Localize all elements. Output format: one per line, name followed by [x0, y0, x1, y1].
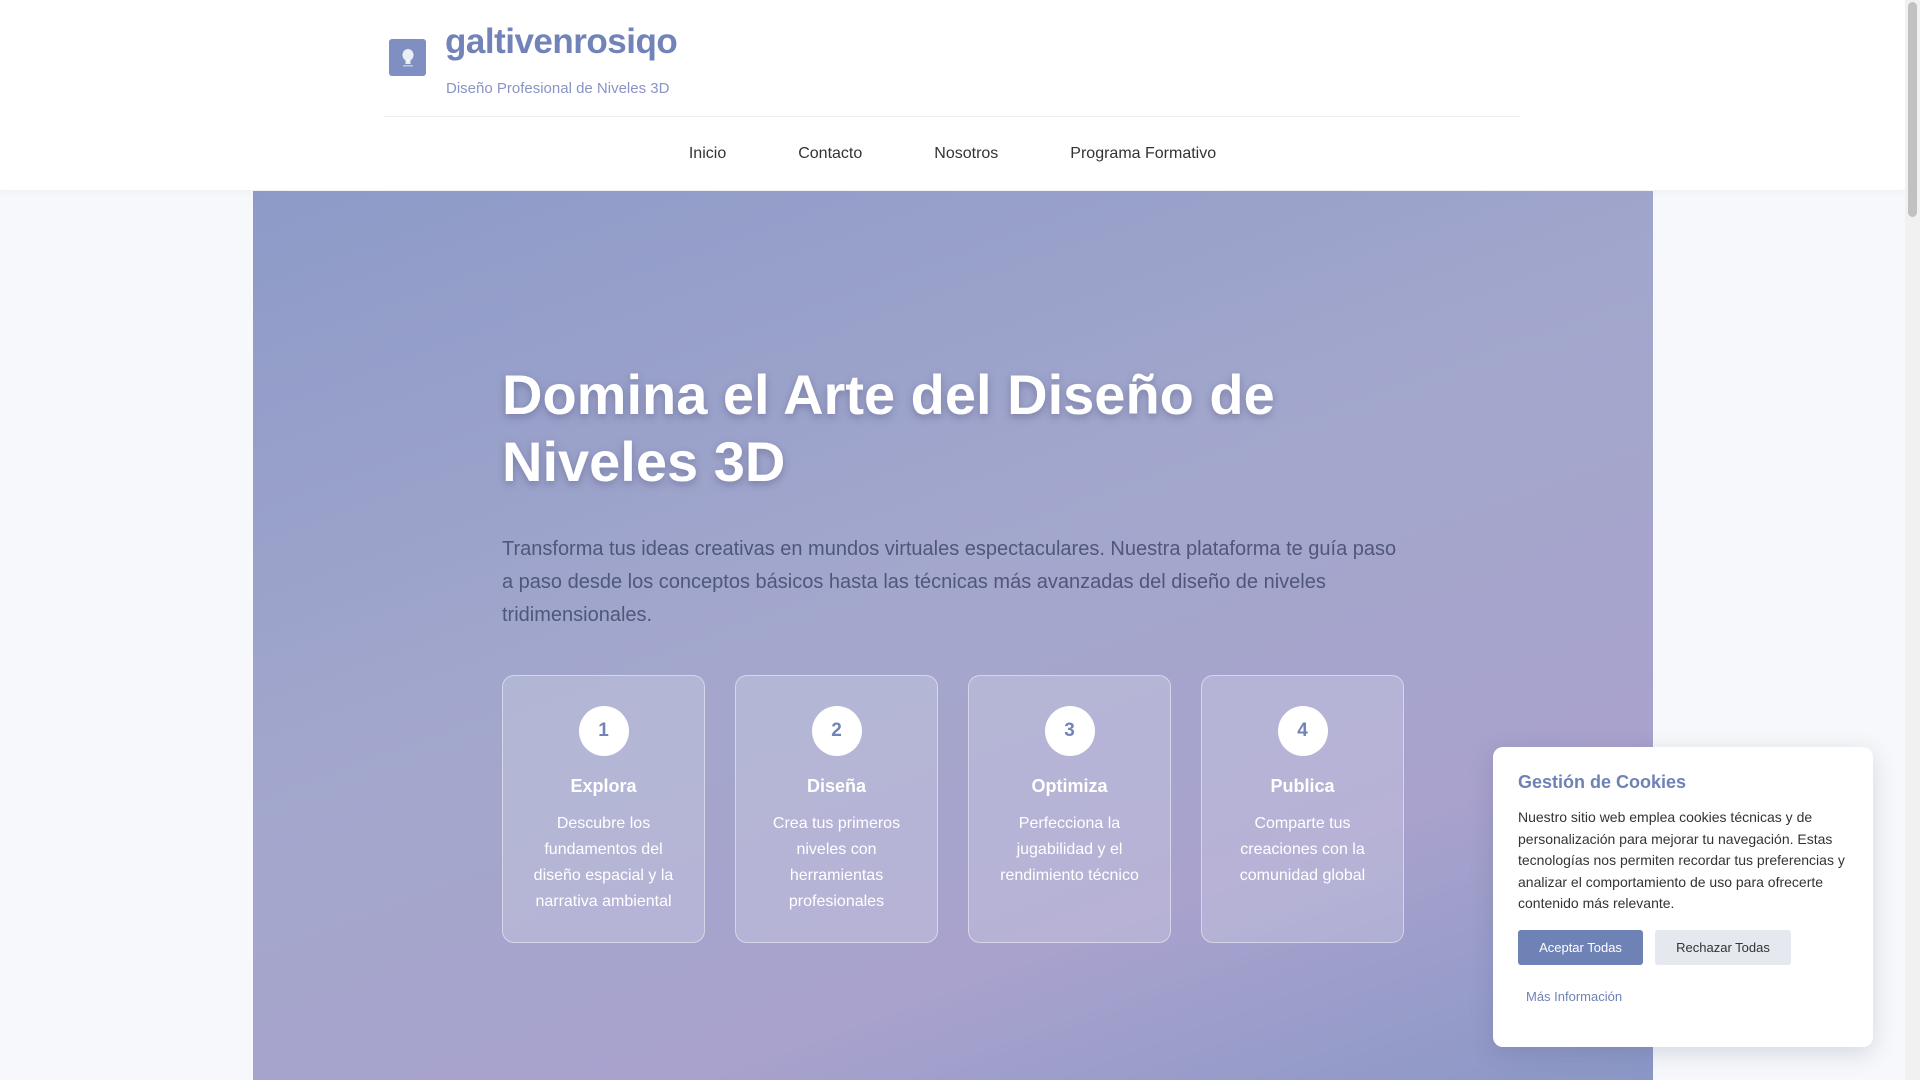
step-number: 3 [1044, 706, 1095, 756]
step-number: 4 [1277, 706, 1328, 756]
step-text: Descubre los fundamentos del diseño espa… [533, 815, 674, 910]
nav-item-contacto[interactable]: Contacto [798, 118, 862, 190]
hero-section: Domina el Arte del Diseño de Niveles 3D … [253, 191, 1653, 1080]
steps-list: 1 Explora Descubre los fundamentos del d… [502, 675, 1404, 943]
hero-title: Domina el Arte del Diseño de Niveles 3D [502, 363, 1275, 493]
hero-description: Transforma tus ideas creativas en mundos… [502, 538, 1397, 626]
nav-item-nosotros[interactable]: Nosotros [934, 118, 998, 190]
step-card-disena: 2 Diseña Crea tus primeros niveles con h… [735, 675, 938, 943]
cookie-text: Nuestro sitio web emplea cookies técnica… [1518, 809, 1845, 911]
hero-content: Domina el Arte del Diseño de Niveles 3D … [502, 361, 1412, 632]
page-scrollbar[interactable] [1905, 0, 1920, 1080]
scrollbar-thumb[interactable] [1908, 2, 1917, 217]
step-text: Perfecciona la jugabilidad y el rendimie… [1000, 815, 1139, 884]
step-number: 2 [811, 706, 862, 756]
main-nav: Inicio Contacto Nosotros Programa Format… [0, 118, 1905, 190]
brand-row: galtivenrosiqo Diseño Profesional de Niv… [384, 0, 1520, 117]
cookie-consent-panel: Gestión de Cookies Nuestro sitio web emp… [1493, 747, 1873, 1047]
site-tagline: Diseño Profesional de Niveles 3D [446, 80, 670, 97]
step-text: Crea tus primeros niveles con herramient… [772, 815, 901, 910]
step-title: Optimiza [1031, 776, 1108, 796]
lightbulb-icon[interactable] [389, 39, 426, 76]
step-title: Publica [1270, 776, 1335, 796]
reject-all-button[interactable]: Rechazar Todas [1655, 929, 1791, 965]
site-header: galtivenrosiqo Diseño Profesional de Niv… [0, 0, 1905, 190]
nav-item-inicio[interactable]: Inicio [689, 118, 726, 190]
accept-all-button[interactable]: Aceptar Todas [1518, 929, 1643, 965]
step-title: Diseña [806, 776, 867, 796]
step-number: 1 [578, 706, 629, 756]
step-card-explora: 1 Explora Descubre los fundamentos del d… [502, 675, 705, 943]
step-text: Comparte tus creaciones con la comunidad… [1239, 815, 1366, 884]
step-card-optimiza: 3 Optimiza Perfecciona la jugabilidad y … [968, 675, 1171, 943]
step-card-publica: 4 Publica Comparte tus creaciones con la… [1201, 675, 1404, 943]
cookie-buttons: Aceptar Todas Rechazar Todas [1518, 929, 1848, 965]
nav-item-programa-formativo[interactable]: Programa Formativo [1070, 118, 1216, 190]
more-info-link[interactable]: Más Información [1526, 989, 1622, 1004]
cookie-title: Gestión de Cookies [1518, 772, 1687, 792]
site-title[interactable]: galtivenrosiqo [445, 22, 678, 62]
step-title: Explora [570, 776, 637, 796]
